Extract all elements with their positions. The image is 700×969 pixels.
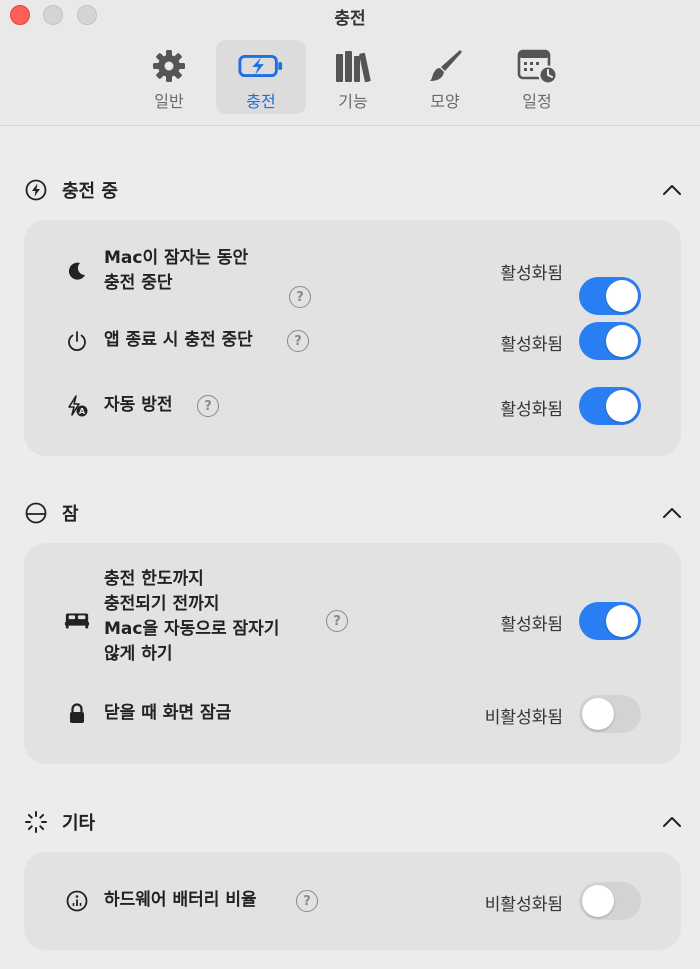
window-title: 충전 [334, 9, 366, 29]
spinner-icon [24, 810, 48, 834]
setting-label: 하드웨어 배터리 비율 [104, 890, 257, 910]
other-card: 하드웨어 배터리 비율 ? 비활성화됨 [24, 852, 681, 950]
help-icon[interactable]: ? [296, 890, 318, 912]
tab-label: 일반 [154, 92, 184, 111]
battery-charging-icon [237, 46, 285, 86]
section-title: 기타 [62, 813, 96, 834]
chevron-up-icon[interactable] [660, 178, 684, 202]
tab-features[interactable]: 기능 [308, 40, 398, 114]
toggle-knob [582, 698, 614, 730]
chevron-up-icon[interactable] [660, 501, 684, 525]
bed-icon [64, 607, 90, 633]
setting-label: 자동 방전 [104, 395, 173, 415]
setting-row-stop-charging-quit: 앱 종료 시 충전 중단 ? 활성화됨 [24, 322, 681, 360]
paintbrush-icon [421, 46, 469, 86]
help-icon[interactable]: ? [289, 286, 311, 308]
toggle-switch[interactable] [579, 387, 641, 425]
toggle-switch[interactable] [579, 277, 641, 315]
toggle-knob [606, 325, 638, 357]
setting-label: Mac이 잠자는 동안 충전 중단 [104, 246, 248, 296]
status-text: 활성화됨 [500, 615, 563, 635]
setting-row-auto-discharge: A 자동 방전 ? 활성화됨 [24, 387, 681, 425]
setting-label: 충전 한도까지 충전되기 전까지 Mac을 자동으로 잠자기 않게 하기 [104, 567, 279, 667]
status-text: 활성화됨 [500, 264, 563, 284]
setting-label: 앱 종료 시 충전 중단 [104, 330, 253, 350]
toggle-switch[interactable] [579, 882, 641, 920]
tab-label: 충전 [246, 92, 276, 111]
setting-row-lock-on-close: 닫을 때 화면 잠금 비활성화됨 [24, 695, 681, 733]
setting-row-prevent-sleep: 충전 한도까지 충전되기 전까지 Mac을 자동으로 잠자기 않게 하기 ? 활… [24, 567, 681, 671]
tab-label: 일정 [522, 92, 552, 111]
svg-text:A: A [79, 407, 86, 416]
calendar-clock-icon [513, 46, 561, 86]
tab-general[interactable]: 일반 [124, 40, 214, 114]
setting-label-line: Mac을 자동으로 잠자기 [104, 619, 280, 639]
toggle-switch[interactable] [579, 322, 641, 360]
sleep-card: 충전 한도까지 충전되기 전까지 Mac을 자동으로 잠자기 않게 하기 ? 활… [24, 543, 681, 764]
status-text: 비활성화됨 [484, 895, 563, 915]
tab-appearance[interactable]: 모양 [400, 40, 490, 114]
setting-label-line: 않게 하기 [104, 644, 173, 664]
setting-row-stop-charging-sleep: Mac이 잠자는 동안 충전 중단 ? 활성화됨 [24, 244, 681, 315]
section-header-sleep: 잠 [24, 498, 684, 528]
tab-label: 모양 [430, 92, 460, 111]
toggle-switch[interactable] [579, 695, 641, 733]
section-header-other: 기타 [24, 807, 684, 837]
section-header-charging: 충전 중 [24, 175, 684, 205]
help-icon[interactable]: ? [287, 330, 309, 352]
tab-schedule[interactable]: 일정 [492, 40, 582, 114]
bolt-circle-icon [24, 178, 48, 202]
help-icon[interactable]: ? [197, 395, 219, 417]
help-icon[interactable]: ? [326, 610, 348, 632]
toggle-switch[interactable] [579, 602, 641, 640]
tab-charging[interactable]: 충전 [216, 40, 306, 114]
moon-icon [64, 258, 90, 284]
setting-label-line: 충전되기 전까지 [104, 594, 220, 614]
section-title: 잠 [62, 504, 79, 525]
charging-card: Mac이 잠자는 동안 충전 중단 ? 활성화됨 앱 종료 시 충전 중단 ? … [24, 220, 681, 456]
power-icon [64, 328, 90, 354]
status-text: 활성화됨 [500, 400, 563, 420]
status-text: 활성화됨 [500, 335, 563, 355]
info-circle-icon [64, 888, 90, 914]
setting-row-hardware-battery: 하드웨어 배터리 비율 ? 비활성화됨 [24, 882, 681, 920]
lock-icon [64, 701, 90, 727]
setting-label-line: 충전 중단 [104, 273, 173, 293]
toggle-knob [606, 605, 638, 637]
tab-label: 기능 [338, 92, 368, 111]
auto-discharge-icon: A [64, 393, 90, 419]
section-title: 충전 중 [62, 181, 118, 202]
setting-label: 닫을 때 화면 잠금 [104, 703, 232, 723]
setting-label-line: Mac이 잠자는 동안 [104, 248, 249, 268]
toolbar: 충전 일반 충전 기능 모양 일정 [0, 0, 700, 126]
gear-icon [145, 46, 193, 86]
status-text: 비활성화됨 [484, 708, 563, 728]
toggle-knob [582, 885, 614, 917]
sleep-circle-icon [24, 501, 48, 525]
toggle-knob [606, 280, 638, 312]
toggle-knob [606, 390, 638, 422]
setting-label-line: 충전 한도까지 [104, 569, 204, 589]
chevron-up-icon[interactable] [660, 810, 684, 834]
books-icon [329, 46, 377, 86]
